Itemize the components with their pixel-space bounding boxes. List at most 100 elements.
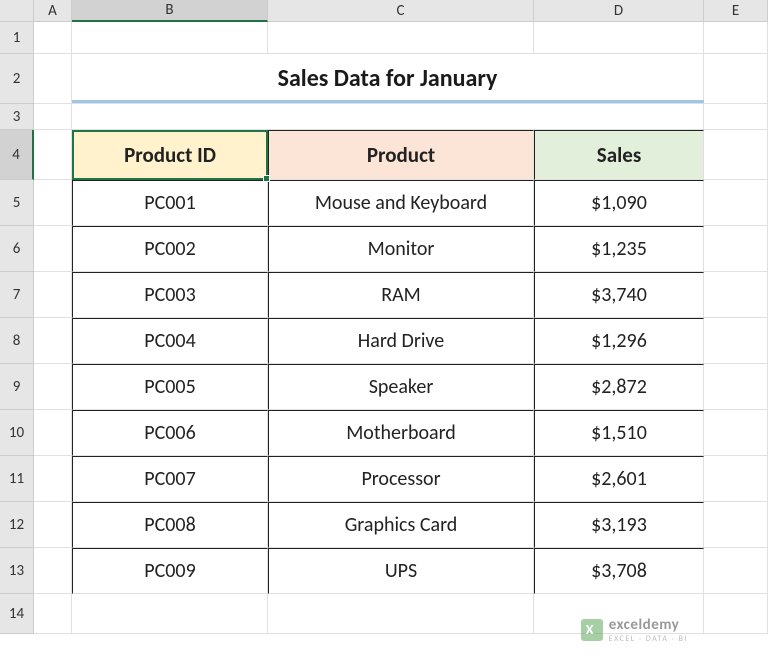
- cell-A1[interactable]: [34, 22, 72, 54]
- cell-product[interactable]: Processor: [268, 456, 534, 502]
- cell-A11[interactable]: [34, 456, 72, 502]
- cell-E13[interactable]: [704, 548, 768, 594]
- cell-sales[interactable]: $3,193: [534, 502, 704, 548]
- row-header-3[interactable]: 3: [0, 104, 34, 130]
- cell-sales[interactable]: $1,235: [534, 226, 704, 272]
- cell-sales[interactable]: $2,872: [534, 364, 704, 410]
- spreadsheet: A B C D E 1 2 3 4 5 6 7 8 9 10 11 12 13 …: [0, 0, 768, 664]
- col-header-C[interactable]: C: [268, 0, 534, 22]
- row-header-4[interactable]: 4: [0, 130, 34, 180]
- cell-product-id[interactable]: PC005: [72, 364, 268, 410]
- cell-E1[interactable]: [704, 22, 768, 54]
- cell-product-id[interactable]: PC007: [72, 456, 268, 502]
- col-header-B[interactable]: B: [72, 0, 268, 22]
- cell-E3[interactable]: [704, 104, 768, 130]
- cell-A13[interactable]: [34, 548, 72, 594]
- cell-E10[interactable]: [704, 410, 768, 456]
- col-header-D[interactable]: D: [534, 0, 704, 22]
- cell-C1[interactable]: [268, 22, 534, 54]
- cell-A10[interactable]: [34, 410, 72, 456]
- row-header-2[interactable]: 2: [0, 54, 34, 104]
- cell-product-id[interactable]: PC001: [72, 180, 268, 226]
- cell-A4[interactable]: [34, 130, 72, 180]
- header-sales[interactable]: Sales: [534, 130, 704, 180]
- cell-C14[interactable]: [268, 594, 534, 634]
- cell-A12[interactable]: [34, 502, 72, 548]
- cell-E12[interactable]: [704, 502, 768, 548]
- row-headers: 1 2 3 4 5 6 7 8 9 10 11 12 13 14: [0, 22, 34, 634]
- cell-product-id[interactable]: PC006: [72, 410, 268, 456]
- cell-B14[interactable]: [72, 594, 268, 634]
- row-header-6[interactable]: 6: [0, 226, 34, 272]
- cell-product[interactable]: Mouse and Keyboard: [268, 180, 534, 226]
- cell-E11[interactable]: [704, 456, 768, 502]
- cell-A3[interactable]: [34, 104, 72, 130]
- cell-A2[interactable]: [34, 54, 72, 104]
- col-header-E[interactable]: E: [704, 0, 768, 22]
- cell-product-id[interactable]: PC004: [72, 318, 268, 364]
- row-header-8[interactable]: 8: [0, 318, 34, 364]
- cell-B3[interactable]: [72, 104, 704, 130]
- table-row: PC003RAM$3,740: [34, 272, 768, 318]
- cell-E8[interactable]: [704, 318, 768, 364]
- table-row: PC008Graphics Card$3,193: [34, 502, 768, 548]
- header-product[interactable]: Product: [268, 130, 534, 180]
- cell-B1[interactable]: [72, 22, 268, 54]
- row-header-7[interactable]: 7: [0, 272, 34, 318]
- cell-product-id[interactable]: PC002: [72, 226, 268, 272]
- grid[interactable]: Sales Data for January Product ID Produc…: [34, 22, 768, 634]
- cell-D1[interactable]: [534, 22, 704, 54]
- cell-A7[interactable]: [34, 272, 72, 318]
- cell-A6[interactable]: [34, 226, 72, 272]
- cell-product[interactable]: Monitor: [268, 226, 534, 272]
- watermark-brand: exceldemy: [609, 616, 680, 634]
- watermark: exceldemy EXCEL · DATA · BI: [581, 616, 688, 644]
- column-headers: A B C D E: [0, 0, 768, 22]
- row-header-1[interactable]: 1: [0, 22, 34, 54]
- table-row: PC006Motherboard$1,510: [34, 410, 768, 456]
- cell-A8[interactable]: [34, 318, 72, 364]
- cell-A9[interactable]: [34, 364, 72, 410]
- table-row: PC005Speaker$2,872: [34, 364, 768, 410]
- cell-sales[interactable]: $1,510: [534, 410, 704, 456]
- cell-E5[interactable]: [704, 180, 768, 226]
- watermark-tagline: EXCEL · DATA · BI: [609, 634, 688, 644]
- cell-sales[interactable]: $3,708: [534, 548, 704, 594]
- title-cell[interactable]: Sales Data for January: [72, 54, 704, 104]
- cell-product-id[interactable]: PC008: [72, 502, 268, 548]
- cell-E7[interactable]: [704, 272, 768, 318]
- row-header-5[interactable]: 5: [0, 180, 34, 226]
- cell-product[interactable]: Hard Drive: [268, 318, 534, 364]
- cell-sales[interactable]: $1,296: [534, 318, 704, 364]
- cell-product[interactable]: RAM: [268, 272, 534, 318]
- cell-E6[interactable]: [704, 226, 768, 272]
- cell-product[interactable]: Speaker: [268, 364, 534, 410]
- table-row: PC002Monitor$1,235: [34, 226, 768, 272]
- row-header-14[interactable]: 14: [0, 594, 34, 634]
- cell-A14[interactable]: [34, 594, 72, 634]
- cell-sales[interactable]: $1,090: [534, 180, 704, 226]
- table-row: PC007Processor$2,601: [34, 456, 768, 502]
- cell-E14[interactable]: [704, 594, 768, 634]
- row-header-12[interactable]: 12: [0, 502, 34, 548]
- row-header-13[interactable]: 13: [0, 548, 34, 594]
- row-header-10[interactable]: 10: [0, 410, 34, 456]
- cell-E2[interactable]: [704, 54, 768, 104]
- cell-E4[interactable]: [704, 130, 768, 180]
- cell-product[interactable]: Motherboard: [268, 410, 534, 456]
- cell-product-id[interactable]: PC003: [72, 272, 268, 318]
- title-underline: [72, 100, 704, 103]
- row-header-11[interactable]: 11: [0, 456, 34, 502]
- cell-product[interactable]: Graphics Card: [268, 502, 534, 548]
- cell-product[interactable]: UPS: [268, 548, 534, 594]
- cell-sales[interactable]: $2,601: [534, 456, 704, 502]
- cell-E9[interactable]: [704, 364, 768, 410]
- cell-A5[interactable]: [34, 180, 72, 226]
- col-header-A[interactable]: A: [34, 0, 72, 22]
- cell-product-id[interactable]: PC009: [72, 548, 268, 594]
- cell-sales[interactable]: $3,740: [534, 272, 704, 318]
- header-product-id[interactable]: Product ID: [72, 130, 268, 180]
- col-header-spacer: [0, 0, 34, 22]
- row-header-9[interactable]: 9: [0, 364, 34, 410]
- exceldemy-logo-icon: [581, 619, 603, 641]
